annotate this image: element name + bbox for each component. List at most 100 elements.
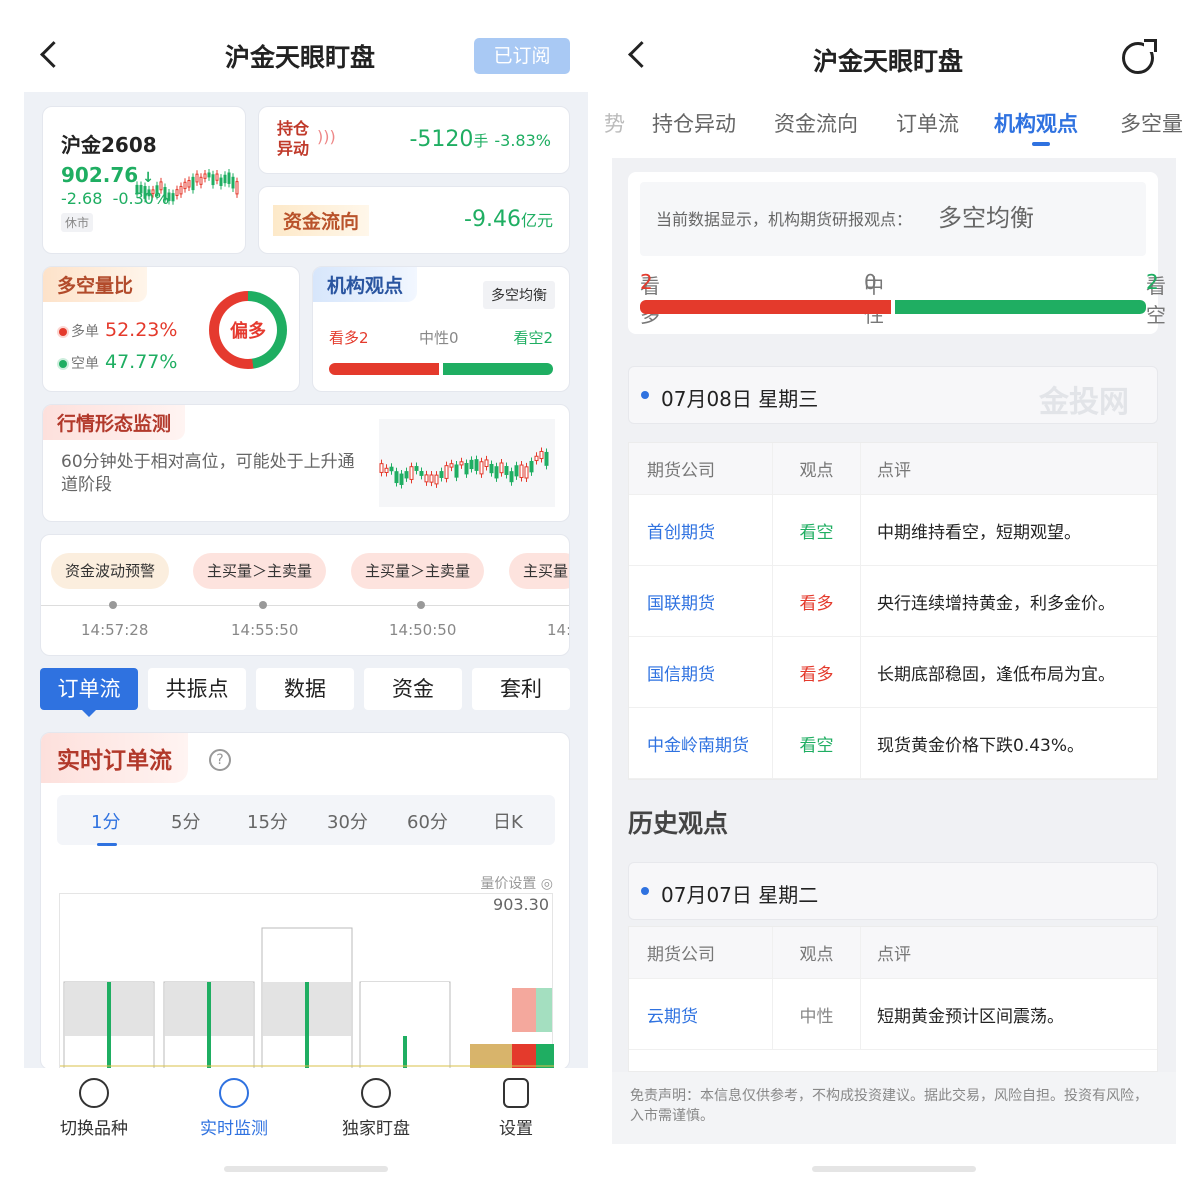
candle-body (389, 466, 394, 472)
view-cell: 看多 (773, 566, 861, 636)
candle-body (399, 473, 404, 485)
pattern-monitor-tag: 行情形态监测 (43, 405, 186, 440)
tab-arbitrage[interactable]: 套利 (472, 668, 570, 710)
tab-partial[interactable]: 势 (604, 108, 625, 138)
quote-card[interactable]: 沪金2608 902.76 ↓ -2.68 -0.30% 休市 (42, 106, 246, 254)
timeline-dot (417, 601, 425, 609)
position-change-value: -5120手 -3.83% (409, 127, 551, 152)
institution-view-card[interactable]: 机构观点 多空均衡 看多2 中性0 看空2 (312, 266, 570, 392)
period-daily[interactable]: 日K (493, 808, 523, 834)
position-change-tag: 持仓异动 (277, 119, 310, 158)
nav-exclusive-watch[interactable]: 独家盯盘 (316, 1078, 436, 1139)
market-status-badge: 休市 (61, 213, 94, 232)
tab-resonance[interactable]: 共振点 (148, 668, 246, 710)
alert-pill[interactable]: 主买量＞主卖量 (193, 553, 327, 589)
position-change-card[interactable]: 持仓异动 ))) -5120手 -3.83% (258, 106, 570, 174)
candle-body (409, 466, 414, 480)
alert-pill[interactable]: 资金波动预警 (51, 553, 170, 589)
disclaimer: 免责声明：本信息仅供参考，不构成投资建议。据此交易，风险自担。投资有风险，入市需… (612, 1072, 1176, 1144)
bear-bar (443, 363, 553, 375)
candle-body (419, 471, 424, 476)
view-cell: 中性 (773, 979, 861, 1049)
order-flow-tag: 实时订单流 (41, 733, 188, 783)
candle-body (469, 459, 474, 470)
left-screen: 沪金天眼盯盘 已订阅 沪金2608 902.76 ↓ -2.68 -0.30% 休… (0, 0, 600, 1200)
candle-body (394, 471, 399, 484)
candle-body (219, 177, 223, 186)
candle-body (459, 461, 464, 466)
candle-body (179, 185, 183, 195)
comment-cell: 长期底部稳固，逢低布局为宜。 (877, 664, 1115, 685)
tab-institution-view[interactable]: 机构观点 (994, 108, 1078, 146)
table-row[interactable]: 国信期货 看多 长期底部稳固，逢低布局为宜。 (629, 637, 1157, 708)
nav-settings[interactable]: 设置 (456, 1078, 576, 1139)
tab-fund-flow[interactable]: 资金流向 (774, 108, 858, 138)
footprint-bar (305, 982, 309, 1069)
candle-body (544, 451, 549, 466)
candle-body (384, 467, 389, 474)
date-header-today: 07月08日 星期三 金投网 (628, 366, 1158, 424)
candle-body (175, 189, 179, 196)
institution-view-bar (329, 363, 553, 375)
candle-body (379, 463, 384, 473)
refresh-icon[interactable] (1122, 39, 1157, 74)
company-link[interactable]: 中金岭南期货 (629, 708, 773, 778)
company-link[interactable]: 国联期货 (629, 566, 773, 636)
candle-body (199, 176, 203, 185)
tab-funds[interactable]: 资金 (364, 668, 462, 710)
category-tabs: 势 持仓异动 资金流向 订单流 机构观点 多空量 (600, 100, 1200, 150)
tab-data[interactable]: 数据 (256, 668, 354, 710)
candle-body (203, 173, 207, 179)
tab-long-short[interactable]: 多空量 (1120, 108, 1183, 138)
header: 沪金天眼盯盘 已订阅 (0, 26, 600, 86)
company-link[interactable]: 首创期货 (629, 495, 773, 565)
nav-switch-variety[interactable]: 切换品种 (34, 1078, 154, 1139)
nav-realtime-monitor[interactable]: 实时监测 (174, 1078, 294, 1139)
period-15min[interactable]: 15分 (247, 808, 288, 834)
period-5min[interactable]: 5分 (171, 808, 200, 834)
blue-dot-icon (641, 887, 649, 895)
period-30min[interactable]: 30分 (327, 808, 368, 834)
table-header: 期货公司 观点 点评 (629, 443, 1157, 495)
alert-pill[interactable]: 主买量 (509, 553, 569, 589)
table-row[interactable]: 云期货 中性 短期黄金预计区间震荡。 (629, 979, 1157, 1050)
candle-body (524, 466, 529, 479)
alert-pill[interactable]: 主买量＞主卖量 (351, 553, 485, 589)
table-row[interactable]: 国联期货 看多 央行连续增持黄金，利多金价。 (629, 566, 1157, 637)
company-link[interactable]: 国信期货 (629, 637, 773, 707)
subscribed-button[interactable]: 已订阅 (474, 38, 570, 74)
timeline-time: 14:55:50 (231, 621, 299, 639)
table-row[interactable]: 首创期货 看空 中期维持看空，短期观望。 (629, 495, 1157, 566)
pattern-monitor-card[interactable]: 行情形态监测 60分钟处于相对高位，可能处于上升通道阶段 (42, 404, 570, 522)
period-60min[interactable]: 60分 (407, 808, 448, 834)
fund-flow-card[interactable]: 资金流向 -9.46亿元 (258, 186, 570, 254)
settings-doc-icon (503, 1078, 529, 1108)
footprint-chart (59, 893, 554, 1069)
alert-timeline-card[interactable]: 资金波动预警 主买量＞主卖量 主买量＞主卖量 主买量 14:57:28 14:5… (40, 534, 570, 656)
timeline-dot (259, 601, 267, 609)
company-link[interactable]: 云期货 (629, 979, 773, 1049)
tab-position-change[interactable]: 持仓异动 (652, 108, 736, 138)
candle-body (151, 189, 155, 195)
candle-body (215, 173, 219, 181)
period-1min[interactable]: 1分 (91, 808, 120, 846)
institution-view-tag: 机构观点 (313, 267, 418, 302)
candle-body (207, 172, 211, 178)
section-tabs: 订单流 共振点 数据 资金 套利 (40, 668, 570, 717)
tab-order-flow[interactable]: 订单流 (40, 668, 138, 717)
short-order-row: 空单 47.77% (59, 351, 177, 373)
timeline-axis (41, 605, 569, 606)
period-tabs: 1分 5分 15分 30分 60分 日K (57, 795, 555, 846)
volume-price-settings[interactable]: 量价设置 ◎ (480, 873, 553, 893)
long-short-ratio-card[interactable]: 多空量比 多单 52.23% 空单 47.77% 偏多 (42, 266, 300, 392)
table-row[interactable]: 中金岭南期货 看空 现货黄金价格下跌0.43%。 (629, 708, 1157, 779)
candle-body (191, 176, 195, 191)
candle-body (147, 189, 151, 197)
candle-body (474, 459, 479, 471)
tab-order-flow[interactable]: 订单流 (896, 108, 959, 138)
footprint-svg (60, 927, 554, 1069)
timeline-dot (109, 601, 117, 609)
history-view-table: 期货公司 观点 点评 云期货 中性 短期黄金预计区间震荡。 (628, 926, 1158, 1072)
help-icon[interactable]: ? (209, 749, 231, 771)
bottom-nav: 切换品种 实时监测 独家盯盘 设置 (24, 1068, 588, 1158)
